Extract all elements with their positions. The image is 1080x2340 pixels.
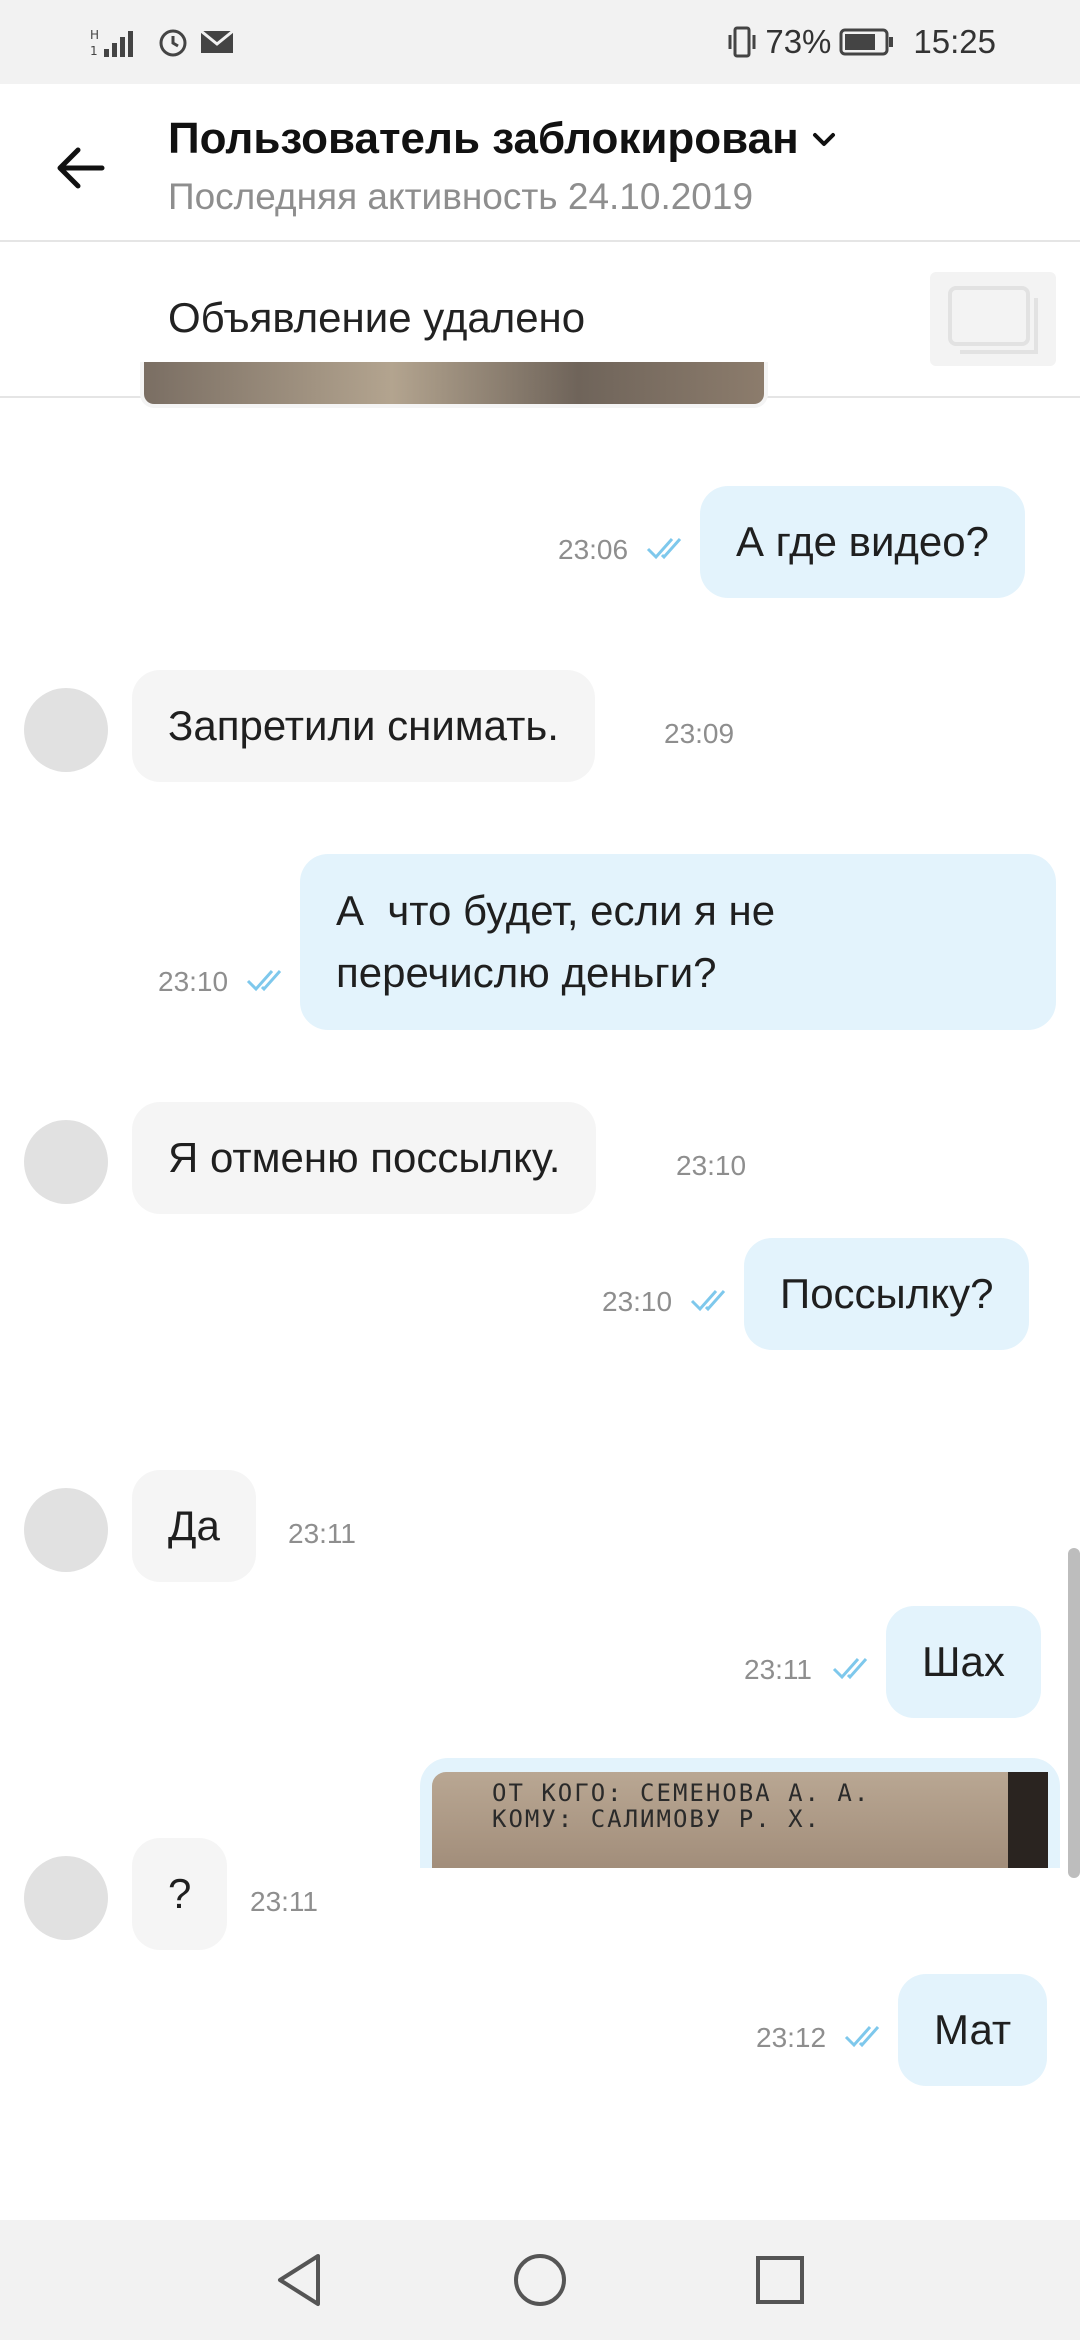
message-time: 23:09 (664, 718, 735, 749)
battery-percent: 73% (765, 23, 832, 60)
listing-thumbnail (930, 272, 1056, 366)
message-text: ? (168, 1870, 192, 1917)
user-title-dropdown[interactable]: Пользователь заблокирован (168, 114, 839, 164)
message-text: Я отменю поссылку. (168, 1134, 561, 1181)
message-text: А где видео? (736, 518, 990, 565)
message-list[interactable]: 23:06 А где видео? Запретили снимать. 23… (0, 400, 1080, 2220)
photo-content: ОТ КОГО: СЕМЕНОВА А. А. КОМУ: САЛИМОВУ Р… (432, 1772, 1048, 1868)
message-time: 23:11 (744, 1654, 812, 1685)
double-check-icon (844, 2026, 880, 2048)
message-time: 23:06 (558, 534, 629, 565)
svg-text:H: H (90, 28, 99, 42)
triangle-back-icon (278, 2254, 320, 2306)
avatar[interactable] (24, 1120, 108, 1204)
status-left-icons: H 1 (90, 0, 234, 84)
photo-content (144, 362, 764, 404)
outgoing-message[interactable]: Мат (898, 1974, 1048, 2086)
system-nav-bar (0, 2220, 1080, 2340)
double-check-icon (690, 1290, 726, 1312)
double-check-icon (646, 538, 682, 560)
message-time: 23:12 (756, 2022, 827, 2053)
status-time: 15:25 (913, 23, 996, 60)
back-button[interactable] (50, 136, 114, 200)
message-text: Мат (934, 2006, 1012, 2053)
outgoing-message[interactable]: А что будет, если я не перечислю деньги? (300, 854, 1056, 1030)
message-text: Шах (922, 1638, 1005, 1685)
message-time: 23:10 (158, 966, 229, 997)
nav-recents-button[interactable] (744, 2244, 816, 2316)
listing-status: Объявление удалено (168, 294, 586, 341)
outgoing-message[interactable]: А где видео? (700, 486, 1026, 598)
nav-back-button[interactable] (264, 2244, 336, 2316)
page-title: Пользователь заблокирован (168, 114, 799, 163)
message-time: 23:11 (288, 1518, 356, 1549)
avatar[interactable] (24, 1488, 108, 1572)
avatar[interactable] (24, 1856, 108, 1940)
battery-icon (839, 28, 894, 56)
incoming-message[interactable]: Да (132, 1470, 256, 1582)
chevron-down-icon (812, 133, 835, 146)
message-text: Да (168, 1502, 220, 1549)
message-text-line1: А что будет, если я не (336, 887, 776, 934)
incoming-message[interactable]: Я отменю поссылку. (132, 1102, 597, 1214)
message-text-line2: перечислю деньги? (336, 949, 717, 996)
message-time: 23:11 (250, 1886, 318, 1917)
message-text: Запретили снимать. (168, 702, 559, 749)
signal-icon: H 1 (90, 28, 133, 58)
incoming-message[interactable]: Запретили снимать. (132, 670, 595, 782)
arrow-left-icon (57, 147, 105, 189)
chat-header: Пользователь заблокирован Последняя акти… (0, 84, 1080, 242)
circle-home-icon (514, 2254, 566, 2306)
scrollbar[interactable] (1068, 1548, 1080, 1878)
message-text: Поссылку? (780, 1270, 994, 1317)
photo-shadow (1008, 1772, 1048, 1868)
vibrate-icon (728, 26, 756, 58)
status-bar: H 1 73% 15:25 (0, 0, 1080, 84)
outgoing-message[interactable]: Поссылку? (744, 1238, 1030, 1350)
alarm-icon (159, 29, 187, 57)
message-time: 23:10 (676, 1150, 747, 1181)
double-check-icon (832, 1658, 868, 1680)
mail-icon (200, 29, 234, 53)
outgoing-message[interactable]: Шах (886, 1606, 1041, 1718)
message-time: 23:10 (602, 1286, 673, 1317)
photo-text-line2: КОМУ: САЛИМОВУ Р. Х. (492, 1805, 821, 1833)
photo-text-line1: ОТ КОГО: СЕМЕНОВА А. А. (492, 1779, 871, 1807)
avatar[interactable] (24, 688, 108, 772)
incoming-message[interactable]: ? (132, 1838, 228, 1950)
nav-home-button[interactable] (504, 2244, 576, 2316)
square-recents-icon (756, 2256, 804, 2304)
double-check-icon (246, 970, 282, 992)
last-activity: Последняя активность 24.10.2019 (168, 176, 754, 217)
status-right-icons: 73% 15:25 (727, 0, 996, 84)
svg-text:1: 1 (90, 44, 98, 58)
image-placeholder-icon (948, 286, 1038, 354)
photo-attachment[interactable]: ОТ КОГО: СЕМЕНОВА А. А. КОМУ: САЛИМОВУ Р… (420, 1758, 1060, 1868)
